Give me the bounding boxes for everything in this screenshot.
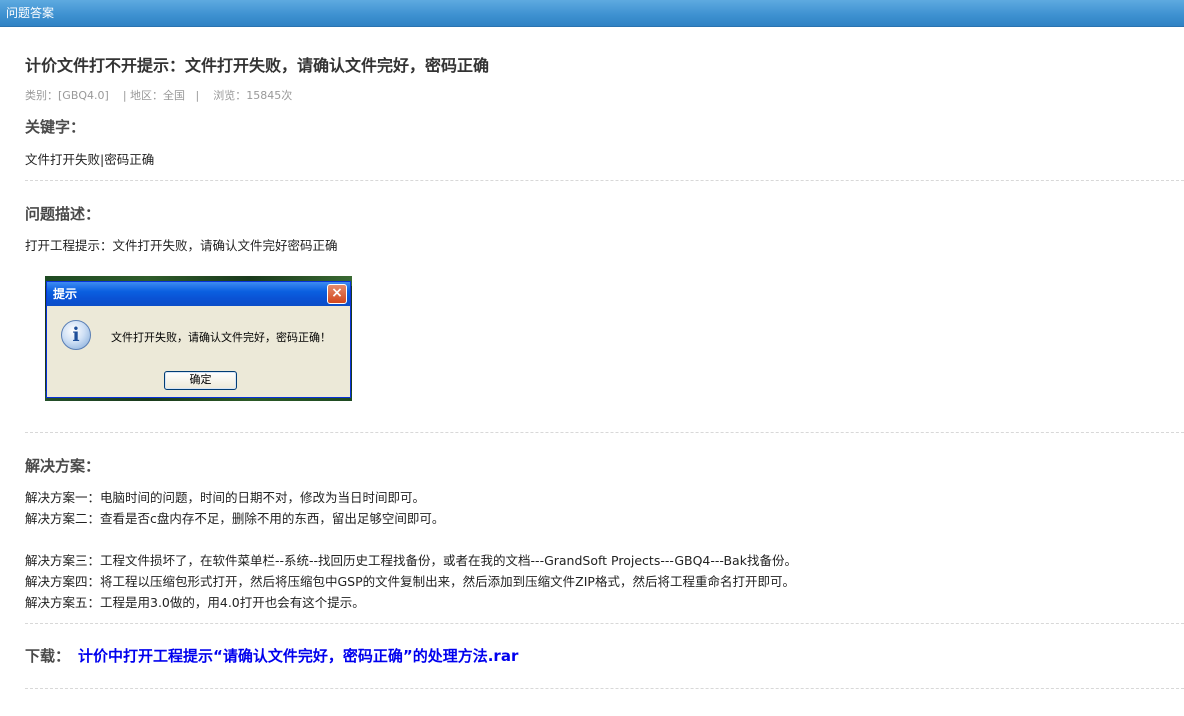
keywords-heading: 关键字： [25, 118, 86, 136]
error-dialog-screenshot: 提示 × i 文件打开失败，请确认文件完好，密码正确！ 确定 [45, 276, 352, 401]
divider [25, 623, 1184, 624]
meta-category: 类别：[GBQ4.0] [25, 89, 109, 102]
meta-separator: | [195, 89, 200, 102]
download-row: 下载： 计价中打开工程提示“请确认文件完好，密码正确”的处理方法.rar [25, 646, 518, 666]
download-link[interactable]: 计价中打开工程提示“请确认文件完好，密码正确”的处理方法.rar [78, 647, 518, 665]
ok-button: 确定 [164, 371, 237, 390]
close-icon: × [327, 284, 347, 304]
divider [25, 180, 1184, 181]
solution-heading: 解决方案： [25, 457, 101, 475]
divider [25, 432, 1184, 433]
dialog-titlebar: 提示 × [47, 282, 350, 306]
info-icon: i [61, 320, 91, 350]
solution-line: 解决方案三：工程文件损坏了，在软件菜单栏--系统--找回历史工程找备份，或者在我… [25, 553, 797, 568]
solution-line: 解决方案二：查看是否c盘内存不足，删除不用的东西，留出足够空间即可。 [25, 511, 445, 526]
keywords-text: 文件打开失败|密码正确 [25, 152, 155, 167]
description-heading: 问题描述： [25, 205, 101, 223]
error-dialog: 提示 × i 文件打开失败，请确认文件完好，密码正确！ 确定 [46, 281, 351, 398]
solution-line: 解决方案四：将工程以压缩包形式打开，然后将压缩包中GSP的文件复制出来，然后添加… [25, 574, 795, 589]
top-bar: 问题答案 [0, 0, 1184, 27]
download-label: 下载： [25, 647, 71, 665]
article-meta: 类别：[GBQ4.0] | 地区：全国 | 浏览：15845次 [25, 88, 292, 104]
meta-region: | 地区：全国 [122, 89, 186, 102]
article-title: 计价文件打不开提示：文件打开失败，请确认文件完好，密码正确 [25, 56, 490, 75]
divider [25, 688, 1184, 689]
solution-line: 解决方案一：电脑时间的问题，时间的日期不对，修改为当日时间即可。 [25, 490, 426, 505]
dialog-title: 提示 [53, 287, 78, 301]
meta-views: 浏览：15845次 [213, 89, 293, 102]
dialog-message: 文件打开失败，请确认文件完好，密码正确！ [111, 331, 331, 344]
top-bar-title: 问题答案 [6, 6, 55, 20]
solution-line: 解决方案五：工程是用3.0做的，用4.0打开也会有这个提示。 [25, 595, 365, 610]
description-text: 打开工程提示：文件打开失败，请确认文件完好密码正确 [25, 238, 338, 253]
